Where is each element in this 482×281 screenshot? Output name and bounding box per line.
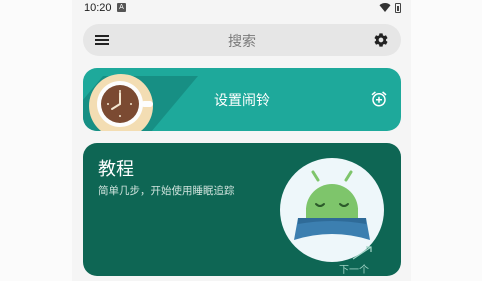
set-alarm-title: 设置闹铃 [214,93,270,109]
alarm-add-icon[interactable] [370,90,388,108]
notification-icon: A [117,3,126,12]
search-bar[interactable]: 搜索 [83,24,401,56]
app-frame: 10:20 A 搜索 设置闹铃 教程 简单几步，开始使用睡眠追踪 下一个 [0,0,482,281]
tutorial-card[interactable]: 教程 简单几步，开始使用睡眠追踪 下一个 [83,143,401,276]
status-time: 10:20 [84,2,112,14]
set-alarm-card[interactable]: 设置闹铃 [83,68,401,131]
battery-icon [395,3,401,13]
search-input[interactable]: 搜索 [83,31,401,51]
gear-icon[interactable] [373,32,389,48]
tutorial-subtitle: 简单几步，开始使用睡眠追踪 [98,185,235,197]
arrow-icon[interactable] [349,243,375,263]
right-margin [410,0,482,281]
phone-screen: 10:20 A 搜索 设置闹铃 教程 简单几步，开始使用睡眠追踪 下一个 [72,0,411,281]
status-bar: 10:20 A [72,0,411,18]
left-margin [0,0,72,281]
tutorial-title: 教程 [98,159,134,180]
next-button[interactable]: 下一个 [339,261,369,276]
wifi-icon [379,3,391,13]
